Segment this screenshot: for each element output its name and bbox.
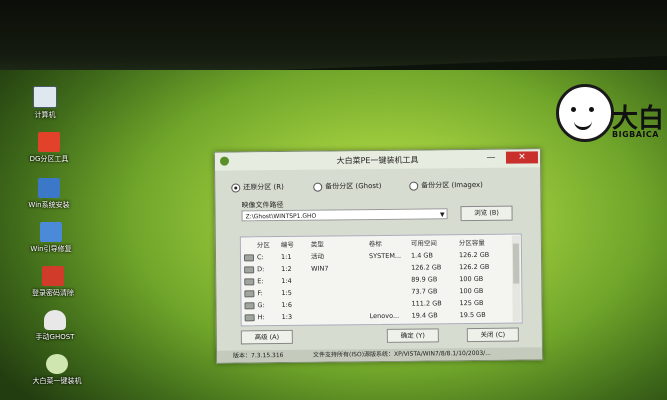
minimize-button[interactable]: — bbox=[482, 152, 500, 164]
table-cell: E: bbox=[257, 277, 264, 286]
ok-button[interactable]: 确定 (Y) bbox=[386, 328, 439, 343]
mode-options: 还原分区 (R) 备份分区 (Ghost) 备份分区 (Imagex) bbox=[231, 179, 531, 194]
disk-icon bbox=[244, 278, 255, 286]
partition-table: 分区 编号 类型 卷标 可用空间 分区容量 C: 1:1 活动 SYSTEM... 1.… bbox=[239, 233, 523, 327]
logo-text-en: BIGBAICA bbox=[612, 130, 659, 139]
table-cell: 125 GB bbox=[459, 298, 484, 308]
desktop-icon-ghost[interactable]: 手动GHOST bbox=[20, 310, 90, 342]
browse-button[interactable]: 浏览 (B) bbox=[460, 205, 513, 222]
scrollbar-thumb[interactable] bbox=[512, 243, 520, 284]
desktop-icon-winsetup[interactable]: Win系统安装 bbox=[14, 178, 84, 210]
table-cell: SYSTEM... bbox=[368, 251, 402, 261]
table-cell: 1.4 GB bbox=[410, 251, 433, 260]
desktop-icon-label: Win引导修复 bbox=[30, 245, 72, 253]
table-cell: WIN7 bbox=[311, 264, 329, 273]
disk-icon bbox=[244, 302, 255, 310]
table-cell: 1:5 bbox=[281, 288, 292, 298]
table-cell: 100 GB bbox=[459, 286, 484, 296]
column-header: 类型 bbox=[310, 240, 324, 249]
column-header: 可用空间 bbox=[410, 239, 437, 248]
table-cell: 89.9 GB bbox=[411, 275, 438, 284]
table-cell: 19.5 GB bbox=[459, 310, 486, 320]
cancel-button[interactable]: 关闭 (C) bbox=[466, 327, 519, 343]
option-backup-ghost[interactable]: 备份分区 (Ghost) bbox=[313, 181, 382, 192]
table-cell: 111.2 GB bbox=[411, 299, 442, 308]
option-backup-imagex[interactable]: 备份分区 (Imagex) bbox=[409, 180, 483, 191]
password-clear-icon bbox=[42, 266, 64, 286]
desktop-icon-dg[interactable]: DG分区工具 bbox=[14, 132, 84, 164]
desktop-icon-label: 登录密码清除 bbox=[32, 289, 74, 297]
boot-repair-icon bbox=[40, 222, 62, 242]
table-cell: 126.2 GB bbox=[411, 263, 442, 272]
disk-icon bbox=[244, 290, 255, 298]
radio-icon bbox=[409, 181, 419, 191]
table-cell: F: bbox=[257, 289, 263, 298]
desktop-icon-label: Win系统安装 bbox=[28, 201, 70, 209]
table-cell: 1:6 bbox=[281, 300, 293, 310]
table-cell: 1:2 bbox=[281, 264, 292, 274]
computer-icon bbox=[33, 86, 57, 108]
table-cell: C: bbox=[256, 253, 264, 262]
table-cell: 活动 bbox=[310, 252, 325, 261]
desktop-icon-label: 计算机 bbox=[34, 111, 56, 119]
table-cell: D: bbox=[257, 265, 265, 274]
desktop-icon-label: DG分区工具 bbox=[29, 155, 69, 163]
desktop-icon-label: 大白菜一键装机 bbox=[32, 377, 82, 385]
image-path-select[interactable]: Z:\Ghost\WINTSP1.GHO ▼ bbox=[241, 208, 448, 222]
option-restore[interactable]: 还原分区 (R) bbox=[231, 182, 284, 193]
table-cell: 100 GB bbox=[459, 274, 484, 284]
monitor-bezel bbox=[0, 0, 667, 80]
option-label: 备份分区 (Ghost) bbox=[325, 181, 382, 191]
disk-icon bbox=[243, 254, 255, 262]
cabbage-mascot-icon bbox=[556, 84, 614, 142]
table-scrollbar[interactable] bbox=[511, 235, 521, 322]
table-cell: G: bbox=[257, 301, 265, 310]
chevron-down-icon[interactable]: ▼ bbox=[440, 209, 445, 220]
image-path-value: Z:\Ghost\WINTSP1.GHO bbox=[245, 212, 317, 221]
table-cell: 19.4 GB bbox=[411, 311, 438, 320]
table-row[interactable]: H: 1:3 Lenovo... 19.4 GB 19.5 GB bbox=[242, 309, 510, 324]
radio-selected-icon bbox=[231, 182, 241, 193]
disk-icon bbox=[244, 314, 255, 322]
column-header: 分区容量 bbox=[458, 238, 485, 248]
desktop-icon-computer[interactable]: 计算机 bbox=[10, 86, 80, 120]
column-header: 卷标 bbox=[368, 239, 382, 249]
desktop-icon-password[interactable]: 登录密码清除 bbox=[18, 266, 88, 298]
radio-icon bbox=[313, 182, 323, 192]
desktop-icon-bootrepair[interactable]: Win引导修复 bbox=[16, 222, 86, 254]
table-cell: 73.7 GB bbox=[411, 287, 438, 296]
ghost-icon bbox=[44, 310, 66, 330]
column-header: 分区 bbox=[256, 241, 270, 250]
table-cell: 1:3 bbox=[281, 312, 293, 322]
diskgenius-icon bbox=[38, 132, 60, 152]
column-header: 编号 bbox=[280, 240, 294, 250]
advanced-button[interactable]: 高级 (A) bbox=[240, 329, 293, 345]
table-cell: 1:1 bbox=[280, 252, 292, 262]
support-text: 文件支持所有(ISO)源版系统：XP/VISTA/WIN7/8/8.1/10/2… bbox=[312, 349, 491, 359]
close-button[interactable]: ✕ bbox=[505, 151, 539, 164]
option-label: 还原分区 (R) bbox=[243, 182, 284, 192]
title-bar[interactable]: 大白菜PE一键装机工具 — ✕ bbox=[214, 149, 541, 171]
version-text: 版本：7.3.15.316 bbox=[233, 352, 284, 360]
table-cell: 126.2 GB bbox=[458, 250, 490, 260]
table-cell: 1:4 bbox=[281, 276, 292, 286]
table-cell: H: bbox=[257, 313, 265, 322]
disk-icon bbox=[244, 266, 255, 274]
desktop-icon-label: 手动GHOST bbox=[35, 333, 75, 341]
table-cell: 126.2 GB bbox=[459, 262, 490, 272]
desktop-icon-installer[interactable]: 大白菜一键装机 bbox=[22, 354, 92, 386]
status-bar: 版本：7.3.15.316 文件支持所有(ISO)源版系统：XP/VISTA/W… bbox=[216, 347, 543, 363]
image-path-label: 映像文件路径 bbox=[241, 200, 284, 210]
option-label: 备份分区 (Imagex) bbox=[421, 180, 483, 190]
installer-dialog: 大白菜PE一键装机工具 — ✕ 还原分区 (R) 备份分区 (Ghost) 备份… bbox=[213, 148, 544, 364]
table-cell: Lenovo... bbox=[369, 311, 400, 321]
dabaicai-logo: 大白 BIGBAICA bbox=[550, 80, 667, 150]
installer-icon bbox=[46, 354, 68, 374]
windows-setup-icon bbox=[38, 178, 60, 198]
